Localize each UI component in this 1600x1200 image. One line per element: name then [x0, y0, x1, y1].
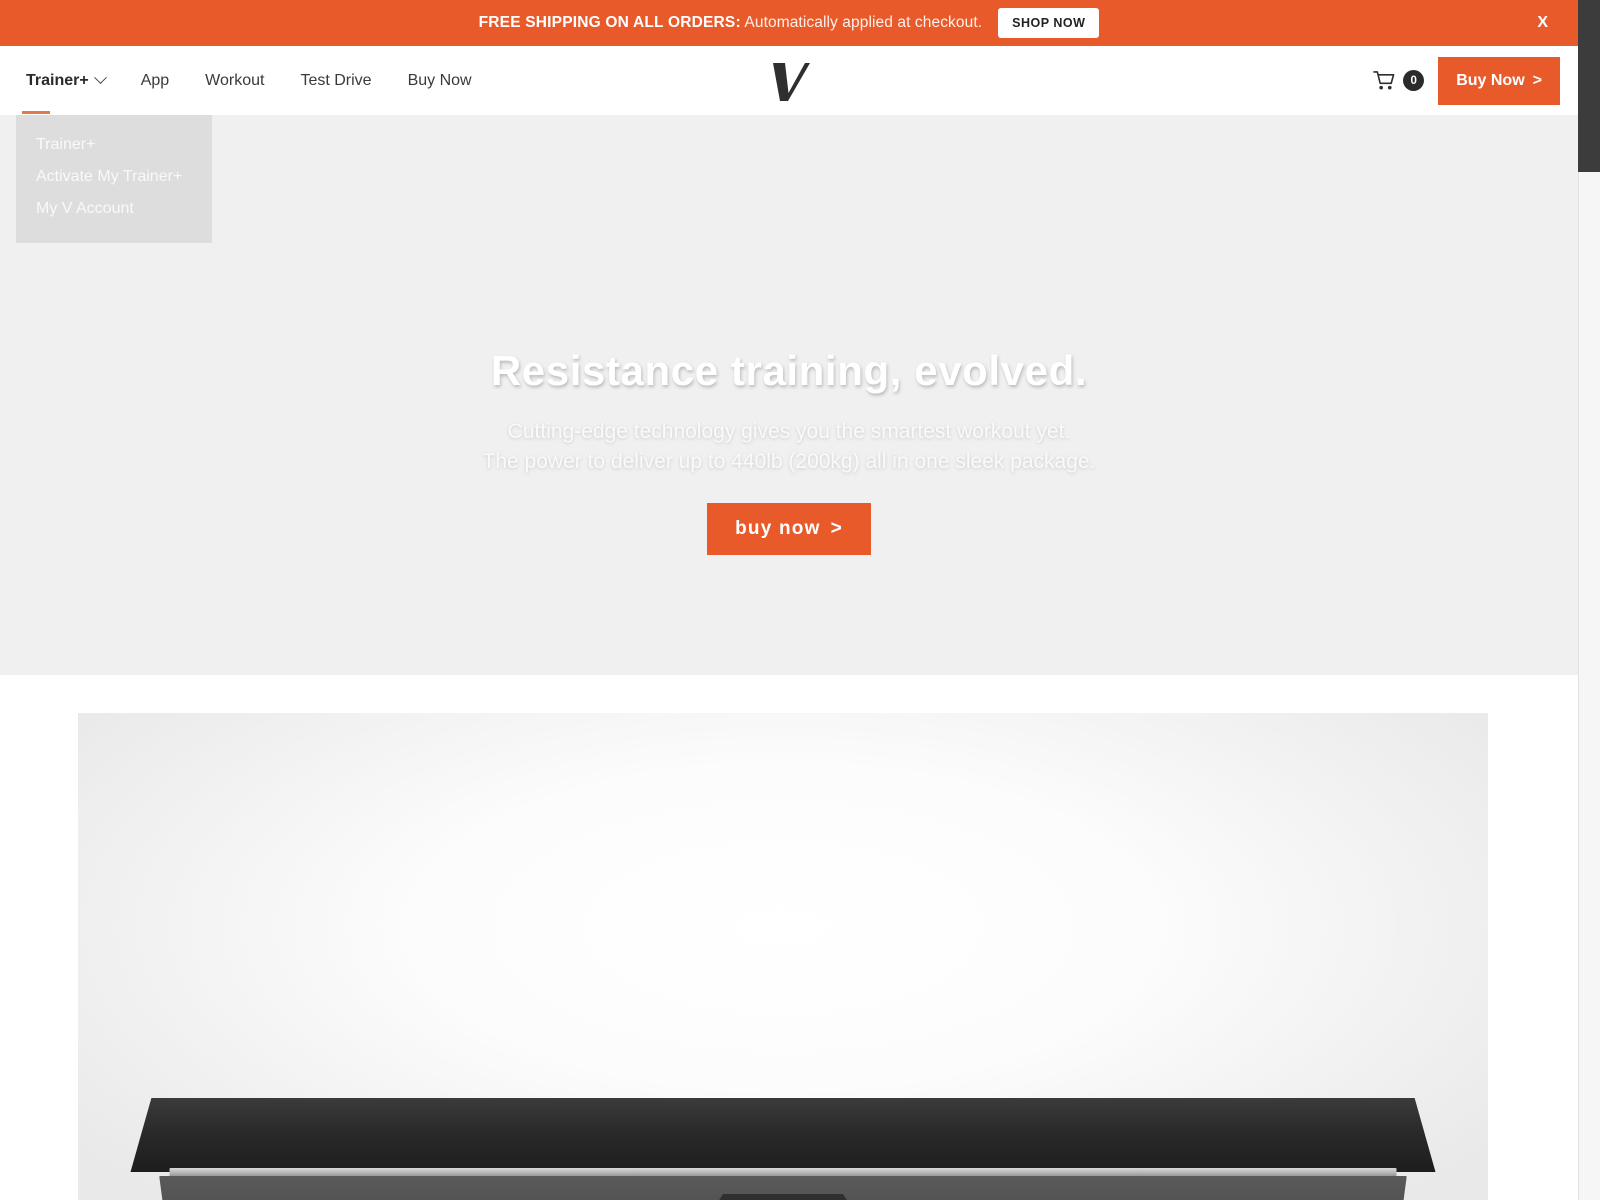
- buy-now-button[interactable]: Buy Now >: [1438, 56, 1560, 105]
- page-scrollbar-track[interactable]: [1578, 0, 1600, 1200]
- main-navbar: Trainer+ App Workout Test Drive Buy Now: [0, 46, 1578, 115]
- nav-item-workout[interactable]: Workout: [187, 46, 282, 115]
- product-brand-badge: VITRUVIAN: [713, 1194, 853, 1200]
- chevron-right-icon: >: [1532, 71, 1542, 89]
- close-icon[interactable]: X: [1537, 14, 1548, 32]
- nav-item-label: Trainer+: [26, 71, 89, 89]
- page-root: FREE SHIPPING ON ALL ORDERS: Automatical…: [0, 0, 1600, 1200]
- hero-subtitle-line-2: The power to deliver up to 440lb (200kg)…: [482, 449, 1096, 473]
- nav-item-label: Buy Now: [407, 71, 472, 89]
- chevron-down-icon: [93, 71, 107, 85]
- dropdown-item-my-v-account[interactable]: My V Account: [16, 193, 212, 225]
- promo-headline: FREE SHIPPING ON ALL ORDERS:: [478, 14, 741, 31]
- product-rail: [169, 1168, 1397, 1177]
- chevron-right-icon: >: [830, 517, 843, 539]
- hero-buy-now-button[interactable]: buy now >: [707, 502, 871, 555]
- hero-section: Resistance training, evolved. Cutting-ed…: [0, 115, 1578, 675]
- hero-buy-now-label: buy now: [735, 517, 821, 539]
- nav-links: Trainer+ App Workout Test Drive Buy Now: [16, 46, 490, 115]
- nav-item-label: App: [140, 71, 170, 89]
- nav-item-test-drive[interactable]: Test Drive: [282, 46, 389, 115]
- cart-button[interactable]: 0: [1373, 70, 1425, 91]
- product-image-trainer: VITRUVIAN: [130, 1098, 1436, 1200]
- product-showcase-section: VITRUVIAN: [78, 713, 1488, 1200]
- promo-banner: FREE SHIPPING ON ALL ORDERS: Automatical…: [0, 0, 1578, 46]
- cart-icon: [1373, 71, 1395, 90]
- shop-now-button[interactable]: SHOP NOW: [998, 7, 1100, 39]
- nav-item-label: Workout: [205, 71, 265, 89]
- hero-subtitle: Cutting-edge technology gives you the sm…: [483, 417, 1096, 477]
- hero-subtitle-line-1: Cutting-edge technology gives you the sm…: [507, 420, 1071, 443]
- v-logo-icon: [773, 62, 810, 101]
- nav-item-buy-now[interactable]: Buy Now: [390, 46, 490, 115]
- nav-actions: 0 Buy Now >: [1373, 56, 1560, 105]
- promo-banner-text: FREE SHIPPING ON ALL ORDERS: Automatical…: [479, 14, 983, 32]
- promo-subtext: Automatically applied at checkout.: [744, 14, 983, 31]
- cart-count-badge: 0: [1403, 70, 1425, 91]
- dropdown-item-trainer-plus[interactable]: Trainer+: [16, 129, 212, 161]
- trainer-plus-dropdown-menu[interactable]: Trainer+ Activate My Trainer+ My V Accou…: [16, 115, 212, 243]
- nav-item-label: Test Drive: [300, 71, 372, 89]
- hero-title: Resistance training, evolved.: [490, 347, 1088, 394]
- product-top-panel: [130, 1098, 1436, 1172]
- dropdown-item-activate-my-trainer-plus[interactable]: Activate My Trainer+: [16, 161, 212, 193]
- promo-banner-content: FREE SHIPPING ON ALL ORDERS: Automatical…: [479, 7, 1100, 39]
- brand-logo[interactable]: [759, 54, 819, 108]
- nav-item-trainer-plus[interactable]: Trainer+: [16, 46, 123, 115]
- nav-item-app[interactable]: App: [123, 46, 187, 115]
- buy-now-button-label: Buy Now: [1456, 71, 1525, 89]
- page-scrollbar-thumb[interactable]: [1578, 0, 1600, 172]
